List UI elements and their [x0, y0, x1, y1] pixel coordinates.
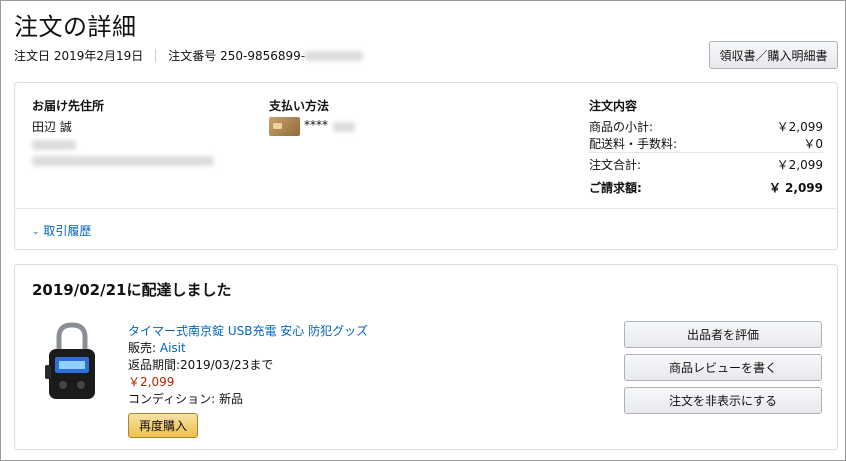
card-mask: ****	[304, 118, 328, 132]
order-number: 250-9856899-	[220, 48, 306, 63]
condition-label: コンディション:	[128, 392, 216, 406]
return-period: 返品期間:2019/03/23まで	[128, 358, 274, 372]
card-digits-redacted	[333, 122, 355, 132]
hide-order-button[interactable]: 注文を非表示にする	[624, 387, 822, 414]
product-title-link[interactable]: タイマー式南京錠 USB充電 安心 防犯グッズ	[128, 322, 368, 339]
summary-row-billed: ご請求額: ￥ 2,099	[589, 179, 823, 196]
product-image[interactable]	[37, 321, 107, 405]
shipping-address-redacted	[32, 156, 214, 166]
shipping-name: 田辺 誠	[32, 120, 72, 134]
order-number-label: 注文番号	[168, 49, 217, 63]
summary-label: 商品の小計:	[589, 120, 654, 134]
chevron-down-icon: ⌄	[32, 227, 40, 237]
meta-divider	[155, 49, 157, 62]
seller-link[interactable]: Aisit	[160, 341, 186, 355]
summary-row-total: 注文合計: ￥2,099	[589, 156, 823, 173]
condition-value: 新品	[219, 392, 244, 406]
condition-line: コンディション: 新品	[128, 390, 243, 407]
delivery-status: 2019/02/21に配達しました	[32, 281, 232, 299]
payment-heading: 支払い方法	[269, 99, 330, 113]
rate-seller-button[interactable]: 出品者を評価	[624, 321, 822, 348]
summary-label: 配送料・手数料:	[589, 137, 678, 151]
buy-again-button[interactable]: 再度購入	[128, 413, 198, 438]
summary-value: ￥0	[803, 137, 823, 151]
billed-value: ￥ 2,099	[768, 181, 823, 195]
credit-card-icon	[269, 117, 300, 136]
receipt-button[interactable]: 領収書／購入明細書	[709, 41, 838, 69]
page-frame: 注文の詳細 注文日 2019年2月19日 注文番号 250-9856899- 領…	[0, 0, 846, 461]
order-date-label: 注文日	[14, 49, 51, 63]
summary-value: ￥2,099	[776, 158, 823, 172]
shipping-heading: お届け先住所	[32, 99, 105, 113]
shipment-box: 2019/02/21に配達しました タイマー式南京錠 USB充電 安心 防犯グッ…	[14, 264, 838, 450]
summary-heading: 注文内容	[589, 99, 638, 113]
order-number-redacted	[305, 50, 364, 61]
summary-divider	[589, 152, 823, 153]
order-info-box: お届け先住所 田辺 誠 支払い方法 **** 注文内容 商品の小計: ￥2,09…	[14, 82, 838, 250]
write-review-button[interactable]: 商品レビューを書く	[624, 354, 822, 381]
box-divider	[15, 208, 837, 209]
seller-line: 販売: Aisit	[128, 339, 186, 356]
order-meta: 注文日 2019年2月19日 注文番号 250-9856899-	[14, 47, 364, 64]
summary-label: 注文合計:	[589, 158, 642, 172]
summary-row-subtotal: 商品の小計: ￥2,099	[589, 118, 823, 135]
shipping-postal-redacted	[32, 140, 76, 150]
page-title: 注文の詳細	[14, 13, 137, 41]
order-date: 2019年2月19日	[53, 49, 144, 63]
summary-row-shipping: 配送料・手数料: ￥0	[589, 135, 823, 152]
transaction-history-link[interactable]: ⌄ 取引履歴	[32, 222, 91, 239]
billed-label: ご請求額:	[589, 181, 642, 195]
transaction-history-label: 取引履歴	[43, 224, 92, 238]
item-price: ￥2,099	[128, 375, 175, 389]
summary-value: ￥2,099	[776, 120, 823, 134]
seller-label: 販売:	[128, 341, 157, 355]
